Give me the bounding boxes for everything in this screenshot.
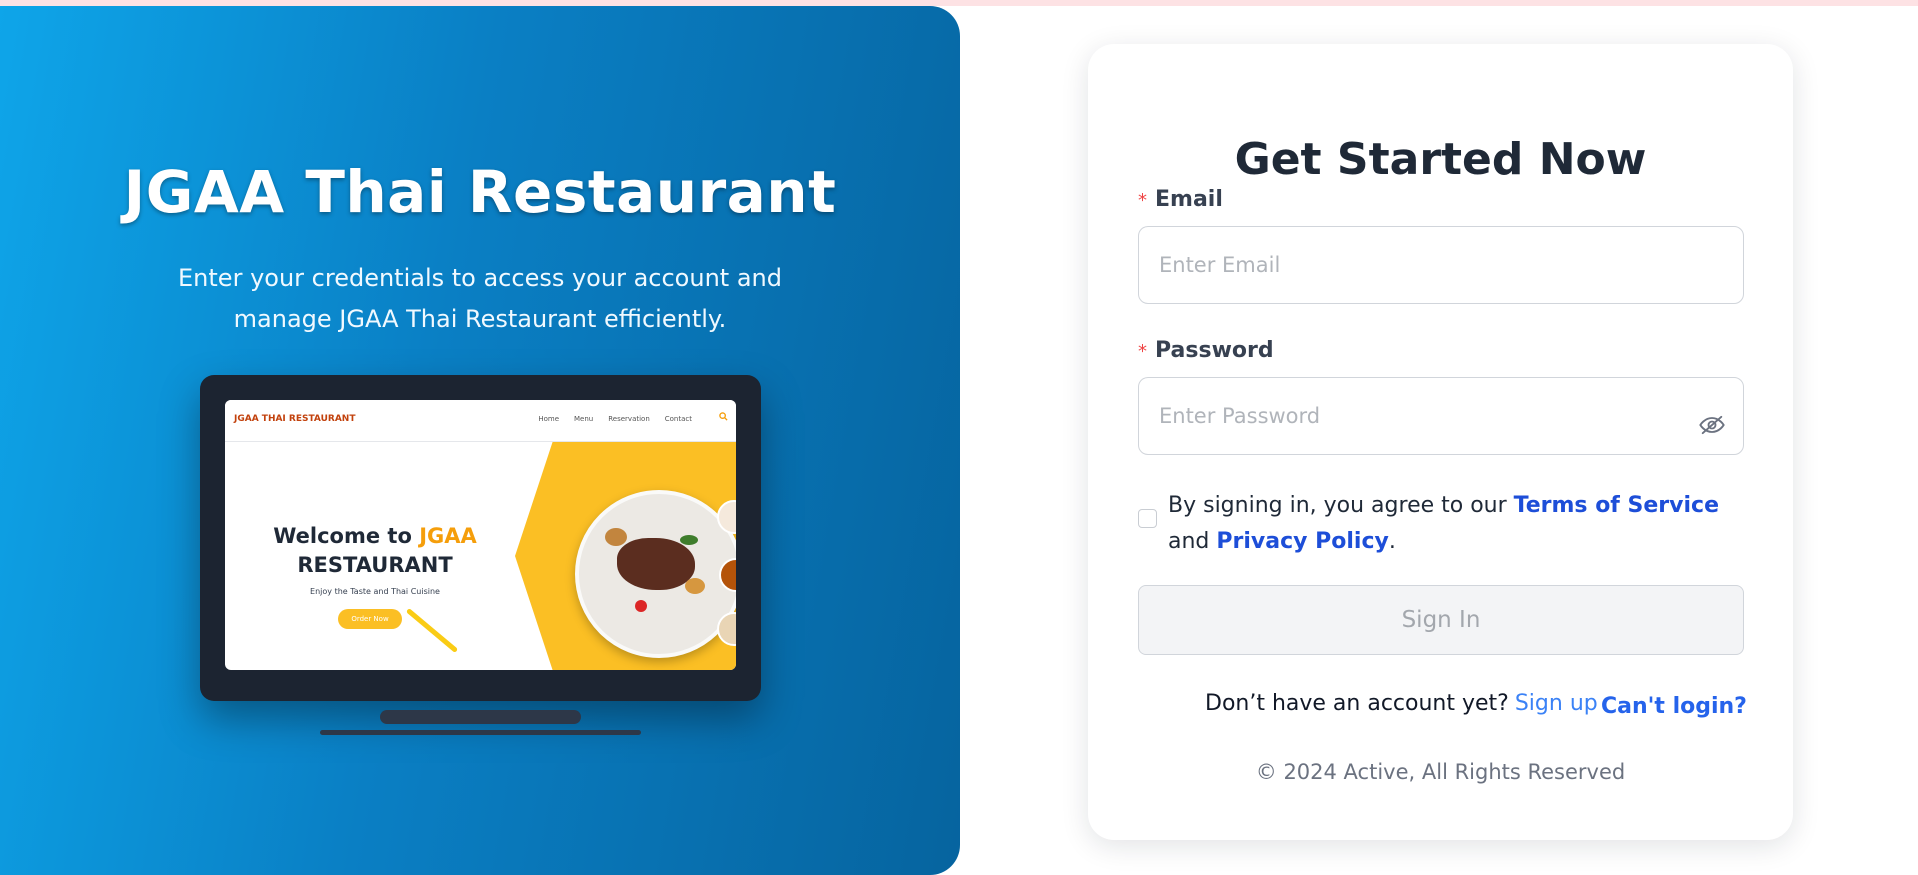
signup-prompt: Don’t have an account yet? Sign up bbox=[1205, 691, 1598, 716]
password-label-text: Password bbox=[1155, 338, 1274, 363]
preview-welcome-line2: RESTAURANT bbox=[297, 553, 453, 577]
hero-subtitle: Enter your credentials to access your ac… bbox=[178, 264, 782, 333]
email-label: * Email bbox=[1138, 187, 1223, 212]
required-marker: * bbox=[1138, 190, 1147, 211]
preview-nav-link: Home bbox=[538, 415, 559, 423]
email-label-text: Email bbox=[1155, 187, 1223, 212]
login-card: Get Started Now * Email * Password By sign… bbox=[1088, 44, 1793, 840]
sign-up-link[interactable]: Sign up bbox=[1515, 691, 1598, 716]
website-preview: JGAA THAI RESTAURANT Home Menu Reservati… bbox=[225, 400, 736, 670]
preview-order-button: Order Now bbox=[338, 609, 402, 629]
required-marker: * bbox=[1138, 341, 1147, 362]
preview-nav-link: Menu bbox=[574, 415, 594, 423]
food-steak bbox=[617, 538, 695, 590]
preview-navbar: JGAA THAI RESTAURANT Home Menu Reservati… bbox=[225, 400, 736, 442]
food-garnish bbox=[680, 535, 698, 545]
preview-welcome-highlight: JGAA bbox=[419, 524, 477, 548]
privacy-policy-link[interactable]: Privacy Policy bbox=[1216, 529, 1388, 554]
preview-welcome-prefix: Welcome to bbox=[273, 524, 420, 548]
laptop-mockup: JGAA THAI RESTAURANT Home Menu Reservati… bbox=[200, 375, 761, 701]
terms-text-after: . bbox=[1388, 529, 1396, 554]
hero-title: JGAA Thai Restaurant bbox=[123, 158, 837, 226]
food-garnish bbox=[635, 600, 647, 612]
terms-text-middle: and bbox=[1168, 529, 1217, 554]
eye-off-icon[interactable] bbox=[1698, 411, 1726, 439]
password-label: * Password bbox=[1138, 338, 1274, 363]
login-title: Get Started Now bbox=[1234, 134, 1647, 185]
sign-in-button[interactable]: Sign In bbox=[1138, 585, 1744, 655]
terms-of-service-link[interactable]: Terms of Service bbox=[1514, 493, 1719, 518]
hero-panel: JGAA Thai Restaurant Enter your credenti… bbox=[0, 6, 960, 875]
cant-login-link[interactable]: Can't login? bbox=[1601, 694, 1747, 719]
laptop-base bbox=[320, 730, 641, 735]
preview-brand: JGAA THAI RESTAURANT bbox=[234, 414, 356, 424]
terms-text-before: By signing in, you agree to our bbox=[1168, 493, 1514, 518]
terms-text: By signing in, you agree to our Terms of… bbox=[1168, 488, 1728, 560]
email-field[interactable] bbox=[1138, 226, 1744, 304]
signup-prompt-text: Don’t have an account yet? bbox=[1205, 691, 1509, 716]
preview-welcome-heading: Welcome to JGAA RESTAURANT bbox=[245, 522, 505, 580]
laptop-stand bbox=[380, 710, 581, 724]
copyright-text: © 2024 Active, All Rights Reserved bbox=[1255, 760, 1626, 784]
preview-nav-link: Contact bbox=[664, 415, 692, 423]
preview-nav-link: Reservation bbox=[608, 415, 650, 423]
preview-nav-links: Home Menu Reservation Contact bbox=[538, 415, 692, 423]
search-icon bbox=[719, 412, 728, 424]
preview-decoration bbox=[405, 608, 459, 653]
preview-tagline: Enjoy the Taste and Thai Cuisine bbox=[310, 587, 440, 596]
password-field[interactable] bbox=[1138, 377, 1744, 455]
food-garnish bbox=[685, 578, 705, 594]
food-garnish bbox=[605, 528, 627, 546]
terms-checkbox[interactable] bbox=[1138, 509, 1157, 528]
